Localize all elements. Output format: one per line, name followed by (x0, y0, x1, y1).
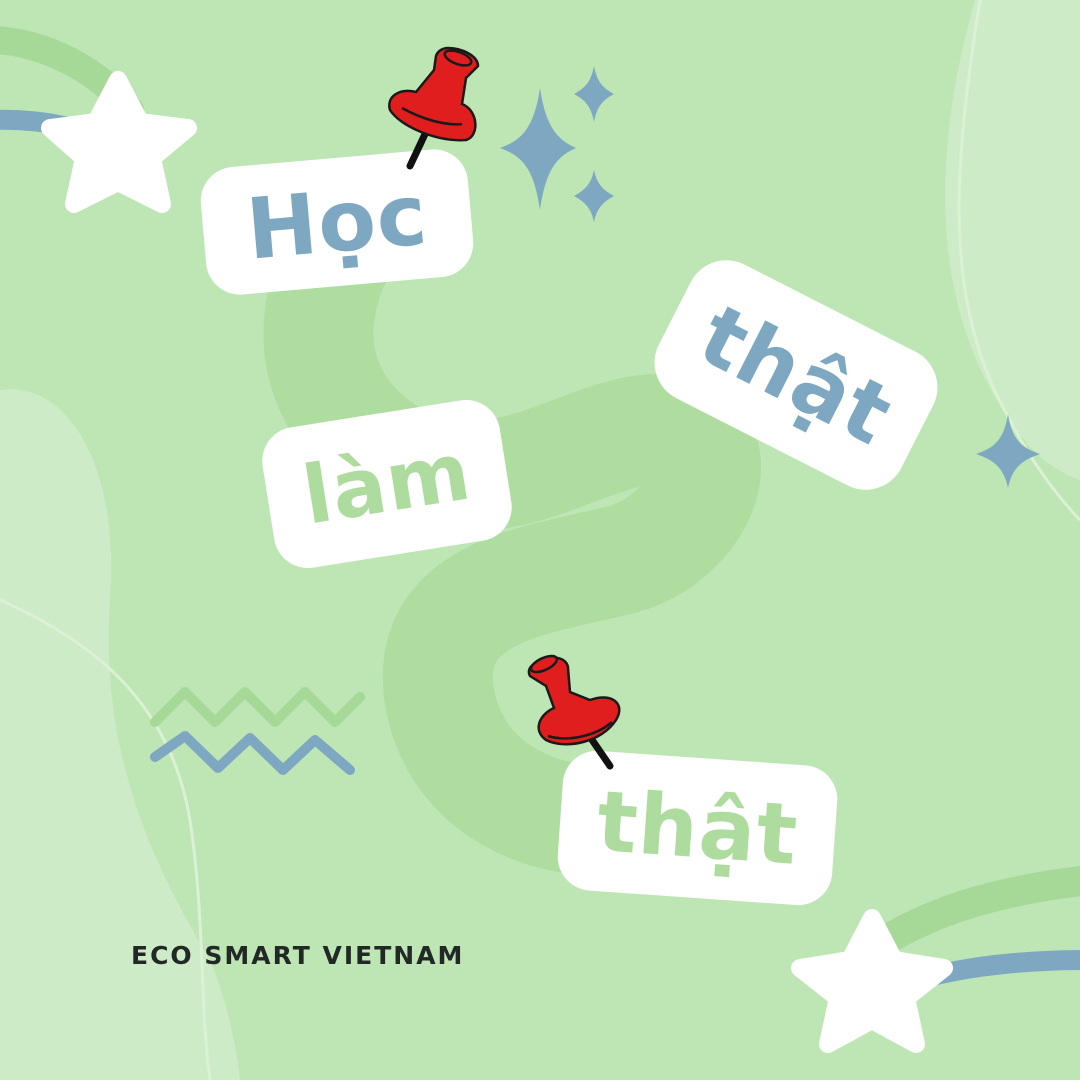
star-icon (41, 71, 197, 213)
word-card-that-green: thật (555, 748, 840, 908)
zigzag-icon (150, 731, 355, 775)
right-blob (945, 0, 1080, 480)
brand-name: ECO SMART VIETNAM (131, 941, 465, 970)
streak-green-br (855, 866, 1080, 965)
sparkle-icon (574, 170, 614, 222)
word-hoc: Học (242, 165, 432, 279)
word-lam: làm (296, 424, 478, 543)
background-decor (0, 0, 1080, 1080)
word-that-green: thật (593, 772, 802, 884)
sparkle-icon (500, 88, 576, 210)
sparkle-icon (574, 66, 614, 122)
poster-canvas: Học làm thật thật ECO SMART VIETNAM (0, 0, 1080, 1080)
word-card-hoc: Học (197, 146, 477, 298)
zigzag-icon (150, 687, 365, 727)
